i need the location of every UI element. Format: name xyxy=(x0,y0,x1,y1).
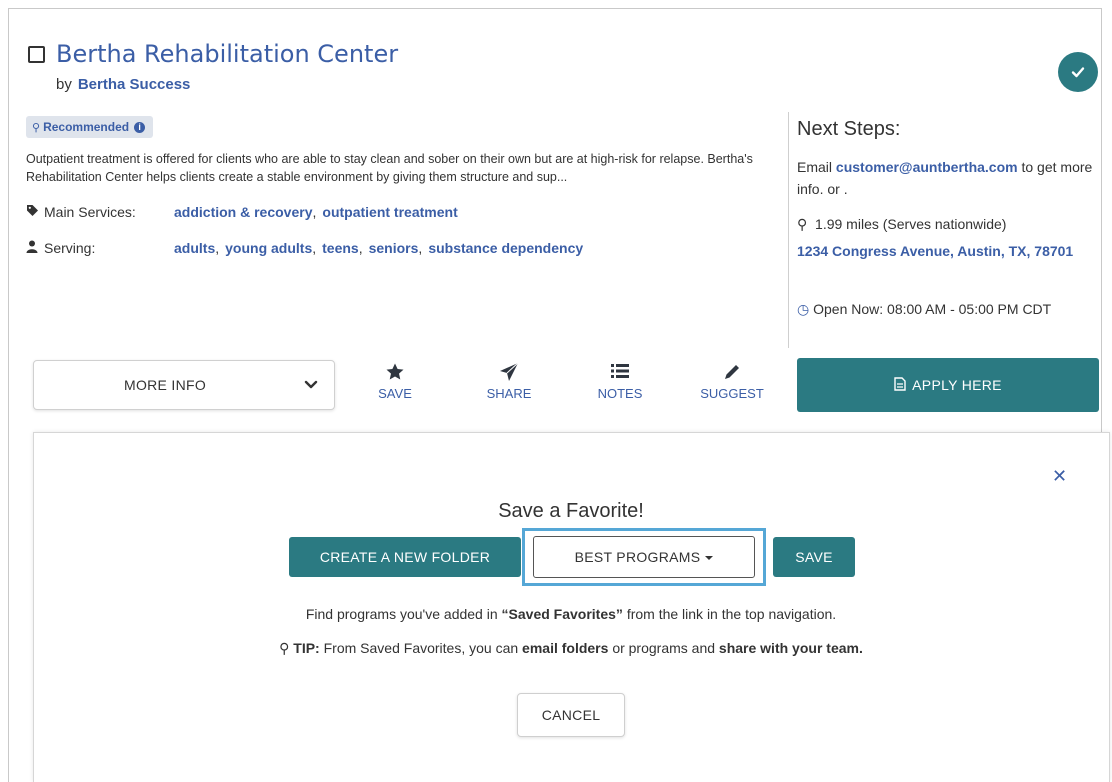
program-description: Outpatient treatment is offered for clie… xyxy=(26,152,753,184)
serving-tag[interactable]: teens xyxy=(322,240,359,256)
notes-action[interactable]: NOTES xyxy=(580,362,660,401)
share-action[interactable]: SHARE xyxy=(469,362,549,401)
folder-select-value: BEST PROGRAMS xyxy=(574,549,701,565)
serving-tag[interactable]: substance dependency xyxy=(428,240,583,256)
serving-tag[interactable]: seniors xyxy=(369,240,419,256)
info-icon[interactable]: i xyxy=(134,121,146,133)
organization-link[interactable]: Bertha Success xyxy=(78,76,191,93)
folder-select-dropdown[interactable]: BEST PROGRAMS xyxy=(533,536,755,578)
tag-icon xyxy=(26,204,40,220)
next-steps-title: Next Steps: xyxy=(797,118,901,140)
tip-line: ⚲ TIP: From Saved Favorites, you can ema… xyxy=(279,640,863,656)
serving-label: Serving: xyxy=(26,240,174,256)
distance: ⚲ 1.99 miles (Serves nationwide) xyxy=(797,216,1007,232)
by-label: by xyxy=(56,76,72,93)
more-info-button[interactable]: MORE INFO xyxy=(33,360,335,410)
byline: by Bertha Success xyxy=(56,76,190,93)
save-action[interactable]: SAVE xyxy=(355,362,435,401)
apply-here-button[interactable]: APPLY HERE xyxy=(797,358,1099,412)
program-title[interactable]: Bertha Rehabilitation Center xyxy=(56,40,398,68)
recommended-badge[interactable]: ⚲ Recommended i xyxy=(26,116,154,138)
paper-plane-icon xyxy=(469,362,549,384)
apply-label: APPLY HERE xyxy=(912,377,1002,393)
document-icon xyxy=(894,376,906,394)
pin-icon: ⚲ xyxy=(32,121,41,134)
email-link[interactable]: customer@auntbertha.com xyxy=(836,159,1018,175)
clock-icon: ◷ xyxy=(797,301,810,317)
select-program-checkbox[interactable] xyxy=(28,46,45,63)
map-pin-icon: ⚲ xyxy=(797,216,808,232)
main-services-label: Main Services: xyxy=(26,204,174,220)
column-divider xyxy=(788,112,789,348)
serving-row: Serving: adults, young adults, teens, se… xyxy=(26,240,583,256)
lightbulb-icon: ⚲ xyxy=(279,640,290,656)
pencil-icon xyxy=(692,362,772,384)
close-icon[interactable]: ✕ xyxy=(1052,466,1067,487)
suggest-action[interactable]: SUGGEST xyxy=(692,362,772,401)
serving-tag[interactable]: young adults xyxy=(225,240,312,256)
cancel-button[interactable]: CANCEL xyxy=(517,693,625,737)
verified-check-icon xyxy=(1058,52,1098,92)
address-link[interactable]: 1234 Congress Avenue, Austin, TX, 78701 xyxy=(797,240,1087,262)
recommended-label: Recommended xyxy=(43,120,130,134)
service-tag[interactable]: addiction & recovery xyxy=(174,204,313,220)
next-steps-email: Email customer@auntbertha.com to get mor… xyxy=(797,159,1093,197)
saved-favorites-hint: Find programs you've added in “Saved Fav… xyxy=(305,606,837,622)
service-tag[interactable]: outpatient treatment xyxy=(322,204,457,220)
user-icon xyxy=(26,240,40,256)
hours: ◷ Open Now: 08:00 AM - 05:00 PM CDT xyxy=(797,301,1052,317)
save-favorite-button[interactable]: SAVE xyxy=(773,537,855,577)
save-favorite-title: Save a Favorite! xyxy=(498,500,644,522)
more-info-label: MORE INFO xyxy=(124,377,207,393)
serving-tag[interactable]: adults xyxy=(174,240,215,256)
star-icon xyxy=(355,362,435,384)
list-icon xyxy=(580,362,660,384)
create-new-folder-button[interactable]: CREATE A NEW FOLDER xyxy=(289,537,521,577)
caret-down-icon xyxy=(705,556,714,560)
main-services-row: Main Services: addiction & recovery, out… xyxy=(26,204,458,220)
chevron-down-icon xyxy=(304,377,318,393)
